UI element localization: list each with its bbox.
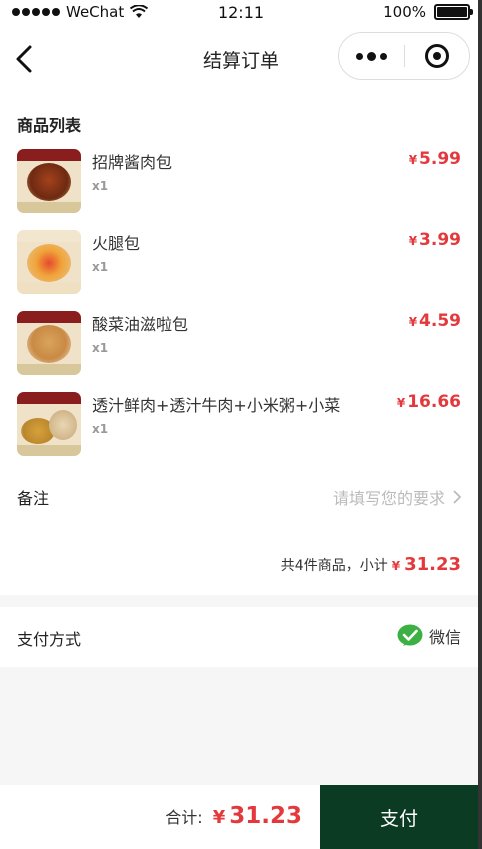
- mini-program-capsule: [338, 32, 470, 80]
- bottom-bar: 合计: ¥ 31.23 支付: [0, 785, 482, 849]
- remark-label: 备注: [17, 489, 50, 508]
- product-name: 酸菜油滋啦包: [92, 315, 189, 334]
- currency-symbol: ¥: [408, 315, 418, 329]
- product-price: ¥3.99: [409, 230, 461, 250]
- product-thumbnail: [17, 392, 81, 456]
- list-item: 招牌酱肉包 x1 ¥5.99: [0, 149, 478, 215]
- currency-symbol: ¥: [391, 559, 401, 573]
- product-price: ¥16.66: [397, 392, 461, 412]
- currency-symbol: ¥: [212, 807, 226, 828]
- battery-group: 100%: [383, 3, 473, 21]
- product-name: 火腿包: [92, 234, 141, 253]
- window-edge: [478, 0, 482, 849]
- subtotal-label: 共4件商品，小计: [280, 558, 388, 574]
- product-qty: x1: [92, 179, 109, 193]
- currency-symbol: ¥: [396, 396, 406, 410]
- subtotal-amount: 31.23: [404, 554, 461, 575]
- product-qty: x1: [92, 422, 109, 436]
- list-item: 透汁鲜肉+透汁牛肉+小米粥+小菜 x1 ¥16.66: [0, 392, 478, 458]
- product-price: ¥5.99: [409, 149, 461, 169]
- close-button[interactable]: [405, 44, 470, 68]
- section-title: 商品列表: [17, 116, 82, 135]
- target-circle-icon: [424, 44, 449, 68]
- battery-percent: 100%: [383, 3, 426, 21]
- wechat-pay-icon: [397, 624, 423, 646]
- product-price: ¥4.59: [409, 311, 461, 331]
- more-dots-icon[interactable]: [339, 51, 404, 61]
- remark-placeholder: 请填写您的要求: [332, 489, 445, 508]
- order-total: 合计: ¥ 31.23: [165, 803, 302, 829]
- price-value: 3.99: [419, 230, 461, 250]
- subtotal: 共4件商品，小计 ¥ 31.23: [281, 554, 461, 575]
- payment-method-name: 微信: [428, 628, 461, 647]
- product-thumbnail: [17, 230, 81, 294]
- product-qty: x1: [92, 260, 109, 274]
- price-value: 16.66: [407, 392, 461, 412]
- payment-method-row[interactable]: 支付方式 微信: [0, 607, 478, 667]
- currency-symbol: ¥: [408, 153, 418, 167]
- payment-label: 支付方式: [17, 630, 82, 649]
- product-thumbnail: [17, 311, 81, 375]
- pay-button[interactable]: 支付: [320, 785, 478, 849]
- list-item: 酸菜油滋啦包 x1 ¥4.59: [0, 311, 478, 377]
- product-thumbnail: [17, 149, 81, 213]
- remark-input[interactable]: 请填写您的要求: [333, 485, 461, 509]
- product-name: 透汁鲜肉+透汁牛肉+小米粥+小菜: [92, 396, 341, 415]
- price-value: 5.99: [419, 149, 461, 169]
- nav-bar: 结算订单: [0, 26, 482, 92]
- total-label: 合计:: [165, 808, 203, 827]
- product-name: 招牌酱肉包: [92, 153, 173, 172]
- chevron-right-icon: [453, 490, 461, 504]
- payment-method: 微信: [397, 624, 461, 648]
- currency-symbol: ¥: [408, 234, 418, 248]
- product-qty: x1: [92, 341, 109, 355]
- status-bar: WeChat 12:11 100%: [0, 0, 482, 26]
- price-value: 4.59: [419, 311, 461, 331]
- order-card: 商品列表 招牌酱肉包 x1 ¥5.99 火腿包 x1 ¥3.99 酸菜油滋啦包 …: [0, 92, 478, 595]
- battery-icon: [434, 4, 473, 20]
- total-amount: 31.23: [229, 803, 302, 829]
- list-item: 火腿包 x1 ¥3.99: [0, 230, 478, 296]
